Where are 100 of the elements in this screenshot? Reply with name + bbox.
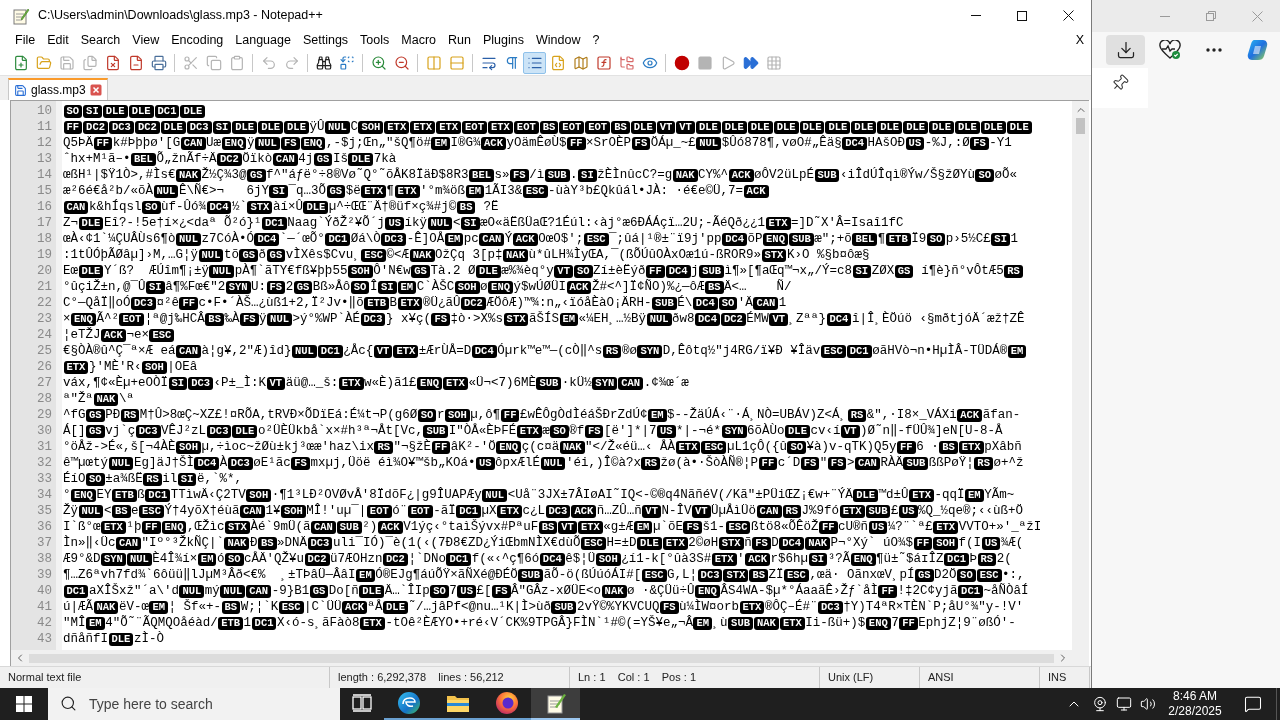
- menu-item[interactable]: View: [126, 31, 166, 50]
- volume-icon[interactable]: [1140, 696, 1156, 712]
- code-text: ôpxÆlÉ: [495, 454, 541, 472]
- notification-icon[interactable]: [1244, 695, 1262, 713]
- control-code-badge: ACK: [512, 232, 538, 246]
- clock-time[interactable]: 8:46 AM: [1173, 689, 1217, 704]
- control-code-badge: DC4: [826, 312, 852, 326]
- close-document-button[interactable]: X: [1075, 31, 1084, 50]
- minimize-icon: [971, 15, 981, 16]
- control-code-badge: DC3: [186, 120, 212, 134]
- control-code-badge: NUL: [646, 312, 672, 326]
- control-code-badge: FF: [818, 520, 838, 534]
- menu-item[interactable]: Tools: [354, 31, 396, 50]
- control-code-badge: ETX: [393, 344, 419, 358]
- menu-item[interactable]: Language: [229, 31, 297, 50]
- file-tab[interactable]: glass.mp3: [8, 78, 108, 100]
- code-text: uli¯IÓ)¯è(1(‹(7Ð8€ZD¿ÝiŒbmNÌX€dùÕ: [332, 534, 581, 552]
- downloads-button[interactable]: [1106, 35, 1145, 65]
- control-code-badge: ENQ: [695, 584, 720, 598]
- control-code-badge: DLE: [1006, 120, 1032, 134]
- code-text: Ô'N€w: [373, 262, 411, 279]
- control-code-badge: RS: [1004, 264, 1023, 278]
- control-code-badge: SO: [573, 264, 593, 278]
- control-code-badge: EM: [431, 136, 451, 150]
- control-code-badge: SOH: [358, 120, 384, 134]
- code-text: <: [452, 214, 461, 232]
- line-number: 13: [37, 150, 52, 168]
- monitor-icon[interactable]: [1116, 696, 1132, 712]
- menu-item[interactable]: Encoding: [165, 31, 230, 50]
- horizontal-scrollbar[interactable]: [11, 650, 1089, 666]
- code-text: k&hÍqsl: [88, 198, 142, 216]
- line-number: 30: [37, 422, 52, 440]
- menu-item[interactable]: Run: [442, 31, 477, 50]
- line-number: 25: [37, 342, 52, 360]
- code-text: î|Î¸ÈÖúö ‹§mðtjóÄ´æž†ZÊ: [851, 310, 1025, 328]
- control-code-badge: DC1: [145, 488, 171, 502]
- code-text: Ý: [504, 230, 513, 248]
- scrollbar-thumb[interactable]: [1076, 118, 1085, 134]
- close-icon[interactable]: [1251, 10, 1263, 22]
- control-code-badge: DLE: [799, 120, 825, 134]
- taskbar-app-button[interactable]: [531, 688, 580, 720]
- code-text: ˆhx+M¹ã–•: [63, 150, 131, 167]
- control-code-badge: SOH: [595, 552, 621, 566]
- code-text: ßßPøŸ¦: [928, 454, 974, 472]
- code-text: æ: [542, 422, 550, 440]
- menu-item[interactable]: Search: [74, 31, 127, 50]
- control-code-badge: DC4: [539, 552, 565, 566]
- code-text: ç(c¤ä: [521, 438, 560, 455]
- code-text: »DNÄ: [277, 534, 307, 551]
- control-code-badge: ETB: [218, 616, 244, 630]
- code-text: <: [103, 502, 112, 520]
- clock-date[interactable]: 2/28/2025: [1168, 704, 1222, 719]
- code-text: [ë']*|7: [604, 422, 657, 439]
- control-code-badge: DC1: [958, 584, 983, 598]
- restore-icon[interactable]: [1206, 11, 1216, 21]
- menu-item[interactable]: Edit: [41, 31, 75, 50]
- control-code-badge: VT: [769, 312, 788, 326]
- code-text: à¦g¥,2″Æ)îd}: [201, 342, 292, 360]
- close-icon[interactable]: [89, 84, 102, 96]
- search-field[interactable]: Type here to search: [48, 688, 340, 720]
- control-code-badge: NAK: [93, 600, 119, 614]
- control-code-badge: ENQ: [850, 552, 876, 566]
- control-code-badge: CAN: [176, 344, 201, 358]
- vertical-scrollbar[interactable]: [1072, 101, 1089, 650]
- line-number: 18: [37, 230, 52, 248]
- control-code-badge: NUL: [267, 312, 292, 326]
- control-code-badge: SO: [926, 232, 946, 246]
- control-code-badge: DC1: [261, 216, 287, 230]
- code-text: õP: [747, 230, 763, 247]
- notepad-icon: [544, 692, 567, 714]
- code-text: $--ŽäÚÁ‹¨·Á¸NÒ=UBÁV)Z<Á¸: [667, 406, 848, 423]
- control-code-badge: FF: [567, 136, 586, 150]
- menu-item[interactable]: ?: [586, 31, 606, 50]
- camera-icon[interactable]: [1092, 696, 1108, 712]
- control-code-badge: CAN: [855, 456, 880, 470]
- browser-icon: [396, 691, 421, 715]
- code-text: µ^÷ŒŒ¨Ä†®üf×ç¾#j©: [328, 198, 457, 215]
- menu-item[interactable]: File: [9, 31, 42, 50]
- code-text: ×SrOÈP: [586, 134, 632, 152]
- code-text: ¯q…3Õ: [288, 182, 327, 199]
- code-text: $ë: [345, 182, 361, 200]
- line-number: 11: [37, 118, 52, 136]
- control-code-badge: DC1: [944, 552, 969, 566]
- minimize-icon[interactable]: [1160, 15, 1170, 17]
- code-text: U:: [251, 278, 267, 295]
- menu-item[interactable]: Window: [529, 31, 587, 50]
- control-code-badge: SOH: [141, 360, 167, 374]
- code-text: ßtö8«ÕÊöŽ: [750, 518, 819, 536]
- menu-item[interactable]: Macro: [395, 31, 443, 50]
- control-code-badge: NAK: [176, 168, 201, 182]
- control-code-badge: DLE: [102, 104, 128, 118]
- control-code-badge: SOH: [280, 504, 306, 518]
- control-code-badge: DC3: [307, 536, 333, 550]
- control-code-badge: SI: [177, 472, 197, 486]
- control-code-badge: FF: [93, 136, 113, 150]
- code-text: e: [131, 502, 139, 520]
- control-code-badge: DLE: [954, 120, 980, 134]
- control-code-badge: ESC: [725, 520, 751, 534]
- menu-item[interactable]: Plugins: [476, 31, 530, 50]
- menu-item[interactable]: Settings: [296, 31, 355, 50]
